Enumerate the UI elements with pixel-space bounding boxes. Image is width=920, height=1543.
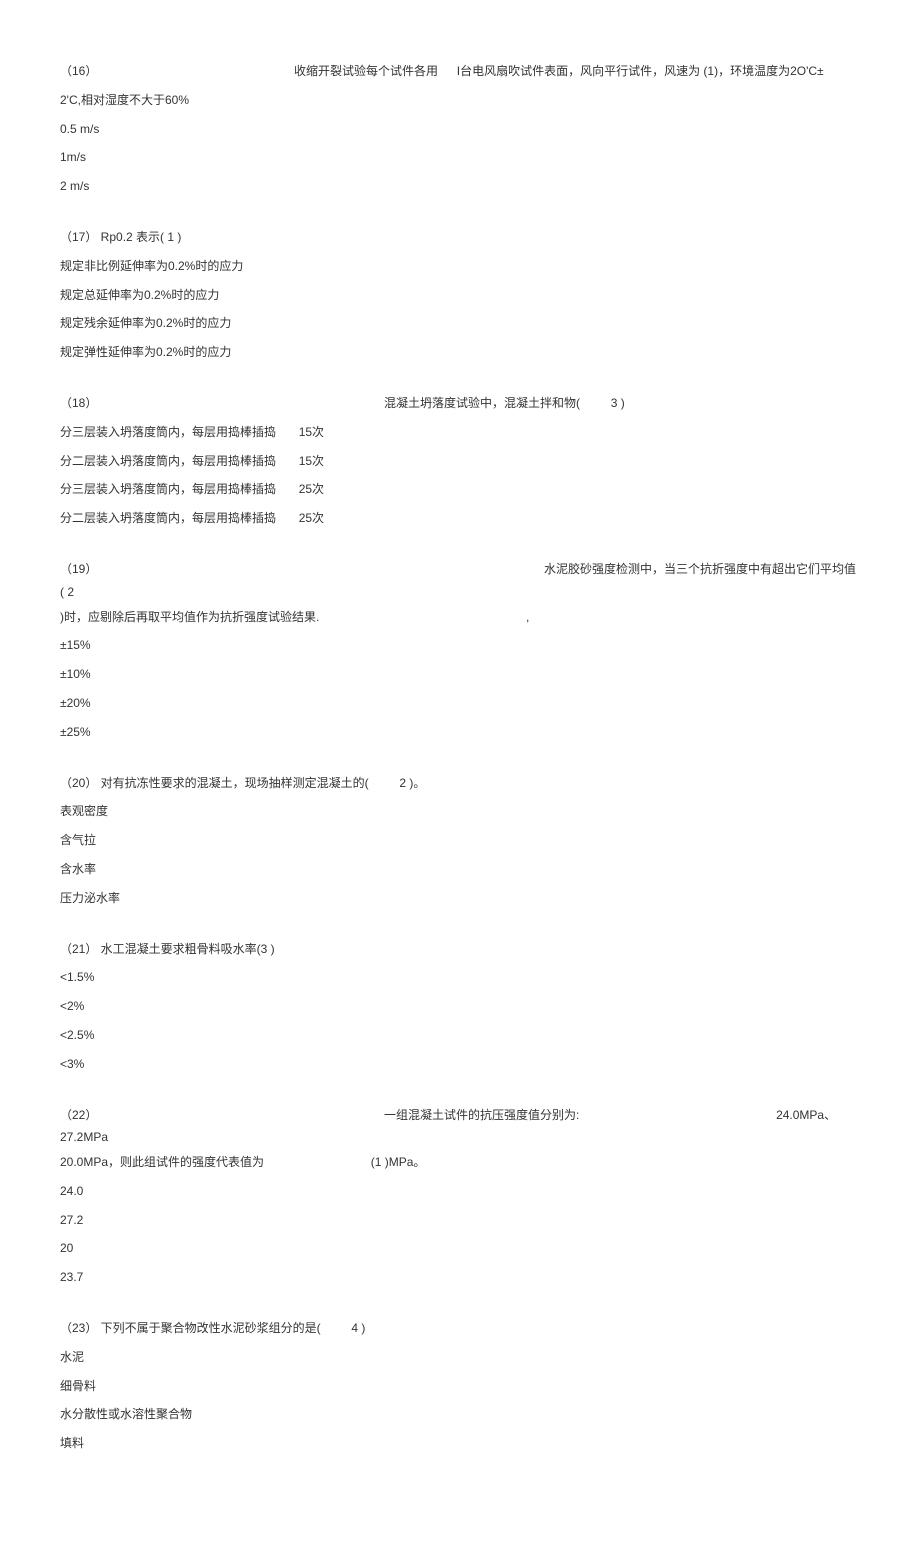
q22-option-2: 27.2 [60,1209,860,1232]
q23-text-a: （23） 下列不属于聚合物改性水泥砂浆组分的是( [60,1321,321,1335]
question-23: （23） 下列不属于聚合物改性水泥砂浆组分的是( 4 ) 水泥 细骨料 水分散性… [60,1317,860,1455]
q18-option-1: 分三层装入坍落度筒内，每层用捣棒插捣 15次 [60,421,860,444]
question-21-stem: （21） 水工混凝土要求粗骨料吸水率(3 ) [60,938,860,961]
q16-option-1: 0.5 m/s [60,118,860,141]
q18-opt2-b: 15次 [299,454,324,468]
q18-option-3: 分三层装入坍落度筒内，每层用捣棒插捣 25次 [60,478,860,501]
q18-opt3-b: 25次 [299,482,324,496]
q19-text-a: 水泥胶砂强度检测中，当三个抗折强度中有超出它们平均值( 2 [60,562,856,599]
question-20-stem: （20） 对有抗冻性要求的混凝土，现场抽样测定混凝土的( 2 )。 [60,772,860,795]
q18-option-2: 分二层装入坍落度筒内，每层用捣棒插捣 15次 [60,450,860,473]
q16-option-2: 1m/s [60,146,860,169]
q19-line2b: , [526,610,529,624]
q23-option-3: 水分散性或水溶性聚合物 [60,1403,860,1426]
q18-opt2-a: 分二层装入坍落度筒内，每层用捣棒插捣 [60,454,276,468]
q17-option-3: 规定残余延伸率为0.2%时的应力 [60,312,860,335]
question-17: （17） Rp0.2 表示( 1 ) 规定非比例延伸率为0.2%时的应力 规定总… [60,226,860,364]
q22-option-3: 20 [60,1237,860,1260]
q19-option-4: ±25% [60,721,860,744]
question-22: （22） 一组混凝土试件的抗压强度值分别为: 24.0MPa、27.2MPa 2… [60,1104,860,1290]
q22-option-1: 24.0 [60,1180,860,1203]
q17-option-2: 规定总延伸率为0.2%时的应力 [60,284,860,307]
q18-text-b: 3 ) [611,396,625,410]
q21-option-3: <2.5% [60,1024,860,1047]
question-21: （21） 水工混凝土要求粗骨料吸水率(3 ) <1.5% <2% <2.5% <… [60,938,860,1076]
question-23-stem: （23） 下列不属于聚合物改性水泥砂浆组分的是( 4 ) [60,1317,860,1340]
question-19: （19） 水泥胶砂强度检测中，当三个抗折强度中有超出它们平均值( 2 )时，应剔… [60,558,860,744]
q21-option-2: <2% [60,995,860,1018]
q18-option-4: 分二层装入坍落度筒内，每层用捣棒插捣 25次 [60,507,860,530]
q16-option-3: 2 m/s [60,175,860,198]
q18-opt3-a: 分三层装入坍落度筒内，每层用捣棒插捣 [60,482,276,496]
q17-option-4: 规定弹性延伸率为0.2%时的应力 [60,341,860,364]
q22-num: （22） [60,1108,97,1122]
question-19-stem-line2: )时，应剔除后再取平均值作为抗折强度试验结果. , [60,606,860,629]
question-16: （16） 收缩开裂试验每个试件各用 I台电风扇吹试件表面，风向平行试件，风速为 … [60,60,860,198]
q22-line2b: (1 )MPa。 [371,1155,426,1169]
q19-option-2: ±10% [60,663,860,686]
q18-text-a: 混凝土坍落度试验中，混凝土拌和物( [384,396,580,410]
q20-text-a: （20） 对有抗冻性要求的混凝土，现场抽样测定混凝土的( [60,776,369,790]
q23-option-4: 填料 [60,1432,860,1455]
q22-option-4: 23.7 [60,1266,860,1289]
q16-line2: 2'C,相对湿度不大于60% [60,89,860,112]
q20-option-2: 含气拉 [60,829,860,852]
q18-opt4-a: 分二层装入坍落度筒内，每层用捣棒插捣 [60,511,276,525]
q16-num: （16） [60,64,97,78]
question-20: （20） 对有抗冻性要求的混凝土，现场抽样测定混凝土的( 2 )。 表观密度 含… [60,772,860,910]
q19-line2a: )时，应剔除后再取平均值作为抗折强度试验结果. [60,610,319,624]
q18-opt1-b: 15次 [299,425,324,439]
q19-option-3: ±20% [60,692,860,715]
question-22-stem-line2: 20.0MPa，则此组试件的强度代表值为 (1 )MPa。 [60,1151,860,1174]
q18-opt4-b: 25次 [299,511,324,525]
question-17-stem: （17） Rp0.2 表示( 1 ) [60,226,860,249]
question-18-stem: （18） 混凝土坍落度试验中，混凝土拌和物( 3 ) [60,392,860,415]
question-16-stem: （16） 收缩开裂试验每个试件各用 I台电风扇吹试件表面，风向平行试件，风速为 … [60,60,860,83]
q18-opt1-a: 分三层装入坍落度筒内，每层用捣棒插捣 [60,425,276,439]
q21-option-1: <1.5% [60,966,860,989]
q16-text-b: I台电风扇吹试件表面，风向平行试件，风速为 (1)，环境温度为2O'C± [457,64,824,78]
q20-text-b: 2 )。 [399,776,425,790]
q21-option-4: <3% [60,1053,860,1076]
q19-option-1: ±15% [60,634,860,657]
q20-option-1: 表观密度 [60,800,860,823]
q23-option-1: 水泥 [60,1346,860,1369]
question-18: （18） 混凝土坍落度试验中，混凝土拌和物( 3 ) 分三层装入坍落度筒内，每层… [60,392,860,530]
q23-option-2: 细骨料 [60,1375,860,1398]
q22-text-a: 一组混凝土试件的抗压强度值分别为: [384,1108,579,1122]
q22-line2a: 20.0MPa，则此组试件的强度代表值为 [60,1155,264,1169]
q17-option-1: 规定非比例延伸率为0.2%时的应力 [60,255,860,278]
q20-option-4: 压力泌水率 [60,887,860,910]
q19-num: （19） [60,562,97,576]
q18-num: （18） [60,396,97,410]
q16-text-a: 收缩开裂试验每个试件各用 [294,64,438,78]
q20-option-3: 含水率 [60,858,860,881]
question-22-stem-line1: （22） 一组混凝土试件的抗压强度值分别为: 24.0MPa、27.2MPa [60,1104,860,1150]
question-19-stem-line1: （19） 水泥胶砂强度检测中，当三个抗折强度中有超出它们平均值( 2 [60,558,860,604]
q23-text-b: 4 ) [351,1321,365,1335]
